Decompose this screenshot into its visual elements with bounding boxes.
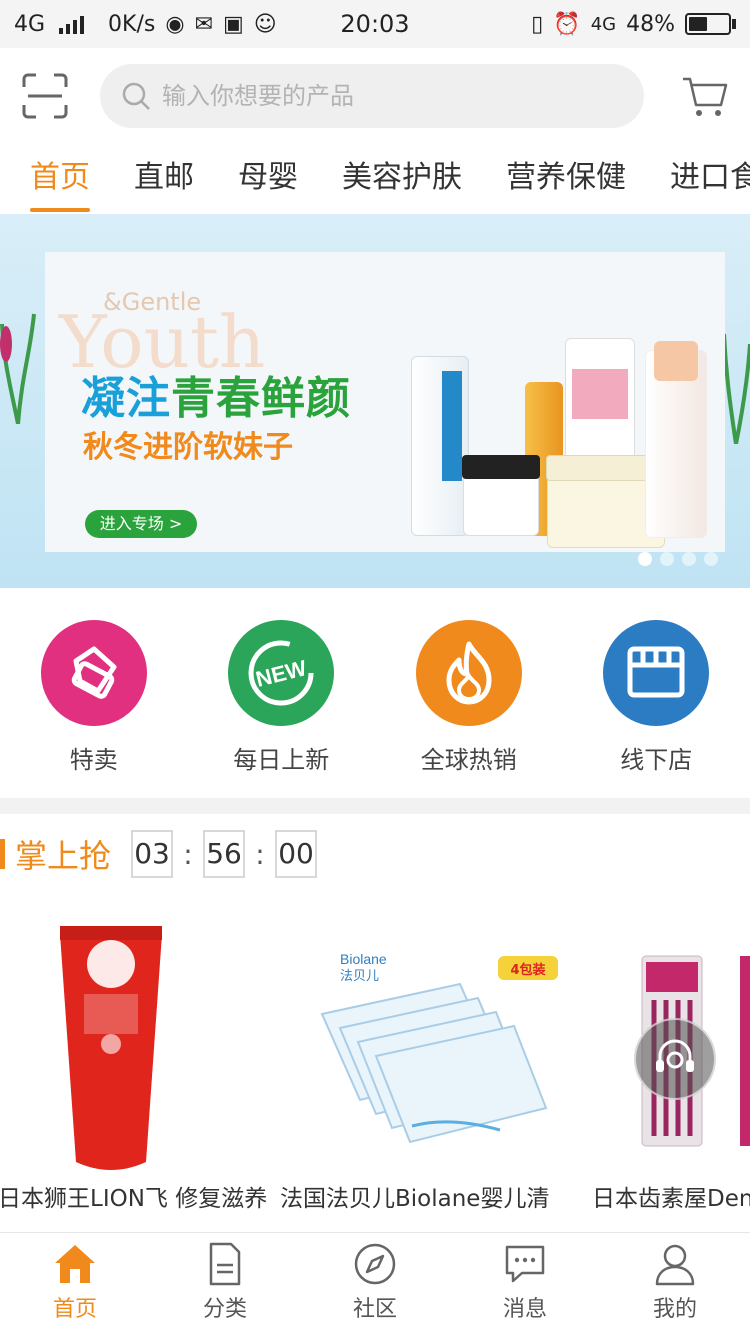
quick-entry-store[interactable]: 线下店: [563, 600, 750, 790]
banner-title: 凝注青春鲜颜: [81, 362, 351, 426]
carousel-dot-active: [638, 552, 652, 566]
flame-icon: [415, 620, 522, 726]
scan-icon: [22, 73, 68, 119]
quick-entry-label: 每日上新: [233, 746, 330, 774]
pack-badge: 4包装: [510, 962, 545, 978]
status-bar: 4G 0K/s ◉ ✉ ▣ ☺ 20:03 ▯ ⏰ 4G 48%: [0, 0, 750, 48]
carousel-dot: [704, 552, 718, 566]
product-box-pink: [565, 338, 635, 468]
nav-messages[interactable]: 消息: [450, 1233, 600, 1333]
tab-imported-food[interactable]: 进口食: [670, 148, 750, 212]
banner-title-part1: 凝注: [81, 373, 171, 424]
carousel-dot: [660, 552, 674, 566]
network-right: 4G: [590, 13, 617, 35]
headset-icon: [656, 1039, 694, 1072]
storefront-icon: [603, 620, 710, 726]
vibrate-icon: ▯: [531, 11, 544, 37]
quick-entry-new[interactable]: NEW 每日上新: [188, 600, 376, 790]
pay-icon: ▣: [223, 11, 244, 37]
banner-enter-button[interactable]: 进入专场 >: [85, 510, 197, 538]
nav-label: 社区: [352, 1297, 397, 1322]
product-bottle-white: [645, 341, 707, 538]
biolane-cn: 法贝儿: [340, 969, 379, 984]
countdown-minutes: 56: [203, 830, 246, 878]
wechat-icon: ✉: [194, 11, 213, 37]
chat-bubble-icon: [505, 1245, 545, 1283]
net-speed: 0K/s: [108, 11, 156, 37]
search-box[interactable]: [100, 64, 644, 128]
new-icon: NEW: [228, 620, 335, 726]
tab-direct-mail[interactable]: 直邮: [134, 148, 194, 212]
quick-entry-label: 全球热销: [420, 746, 517, 774]
promo-banner[interactable]: &Gentle Youth 凝注青春鲜颜 秋冬进阶软妹子 进入专场 >: [0, 214, 750, 588]
document-icon: [209, 1242, 241, 1286]
quick-entry-label: 特卖: [69, 746, 118, 774]
cart-button[interactable]: [680, 71, 730, 121]
alarm-icon: ⏰: [553, 11, 581, 37]
flash-sale-title: 掌上抢: [15, 837, 112, 875]
battery-icon: [685, 13, 736, 35]
countdown-hours: 03: [131, 830, 174, 878]
nav-label: 分类: [202, 1297, 247, 1322]
search-icon: [122, 82, 150, 110]
nav-profile[interactable]: 我的: [600, 1233, 750, 1333]
tab-nutrition-health[interactable]: 营养保健: [506, 148, 626, 212]
goods-name: 日本狮王LION飞 修复滋养: [0, 1186, 268, 1212]
bottom-nav: 首页 分类 社区 消息 我的: [0, 1232, 750, 1333]
header: [0, 48, 750, 144]
quick-entry-label: 线下店: [620, 746, 693, 774]
home-icon: [55, 1245, 95, 1283]
carousel-dots: [638, 552, 718, 566]
goods-name: 法国法贝儿Biolane婴儿清: [280, 1186, 550, 1212]
countdown-separator: :: [183, 837, 193, 871]
countdown-separator: :: [255, 837, 265, 871]
plant-decoration-left: [0, 313, 36, 424]
tab-beauty-skincare[interactable]: 美容护肤: [342, 148, 462, 212]
compass-icon: [354, 1243, 396, 1285]
tab-home[interactable]: 首页: [30, 148, 90, 212]
nav-home[interactable]: 首页: [0, 1233, 150, 1333]
cart-icon: [683, 77, 728, 116]
price-tag-icon: [40, 620, 147, 726]
product-jar-black: [462, 455, 540, 536]
flash-sale-accent: [0, 839, 5, 869]
nav-label: 首页: [52, 1297, 97, 1322]
banner-subtitle: 秋冬进阶软妹子: [83, 430, 293, 465]
battery-percent: 48%: [626, 11, 675, 37]
nav-label: 我的: [652, 1297, 697, 1322]
product-tube: [411, 356, 469, 536]
quick-entry-sale[interactable]: 特卖: [0, 600, 188, 790]
user-icon: [655, 1244, 695, 1286]
biolane-brand: Biolane: [340, 951, 387, 967]
signal-icon: [59, 14, 85, 34]
nav-label: 消息: [502, 1297, 547, 1322]
customer-service-button[interactable]: [634, 1018, 716, 1100]
quick-entry-hot[interactable]: 全球热销: [375, 600, 563, 790]
svg-text:NEW: NEW: [253, 655, 309, 692]
banner-card: &Gentle Youth 凝注青春鲜颜 秋冬进阶软妹子 进入专场 >: [45, 252, 725, 552]
section-divider: [0, 798, 750, 814]
qq-icon: ☺: [253, 11, 277, 37]
carousel-dot: [682, 552, 696, 566]
tab-mother-baby[interactable]: 母婴: [238, 148, 298, 212]
banner-title-part2: 青春鲜颜: [171, 373, 351, 424]
flash-sale-header: 掌上抢 03 : 56 : 00: [0, 826, 750, 882]
network-indicator: 4G: [14, 11, 46, 37]
goods-name: 日本齿素屋Dental: [592, 1186, 750, 1212]
nav-category[interactable]: 分类: [150, 1233, 300, 1333]
search-input[interactable]: [162, 82, 622, 110]
banner-products: [405, 338, 725, 560]
quick-entries: 特卖 NEW 每日上新 全球热销 线下店: [0, 600, 750, 790]
app-notification-icon: ◉: [165, 11, 185, 37]
goods-image: Biolane 法贝儿 4包装: [300, 916, 560, 1178]
countdown-seconds: 00: [275, 830, 318, 878]
nav-community[interactable]: 社区: [300, 1233, 450, 1333]
category-tabs: 首页 直邮 母婴 美容护肤 营养保健 进口食: [0, 148, 750, 212]
goods-image: [56, 916, 166, 1178]
scan-button[interactable]: [20, 71, 70, 121]
